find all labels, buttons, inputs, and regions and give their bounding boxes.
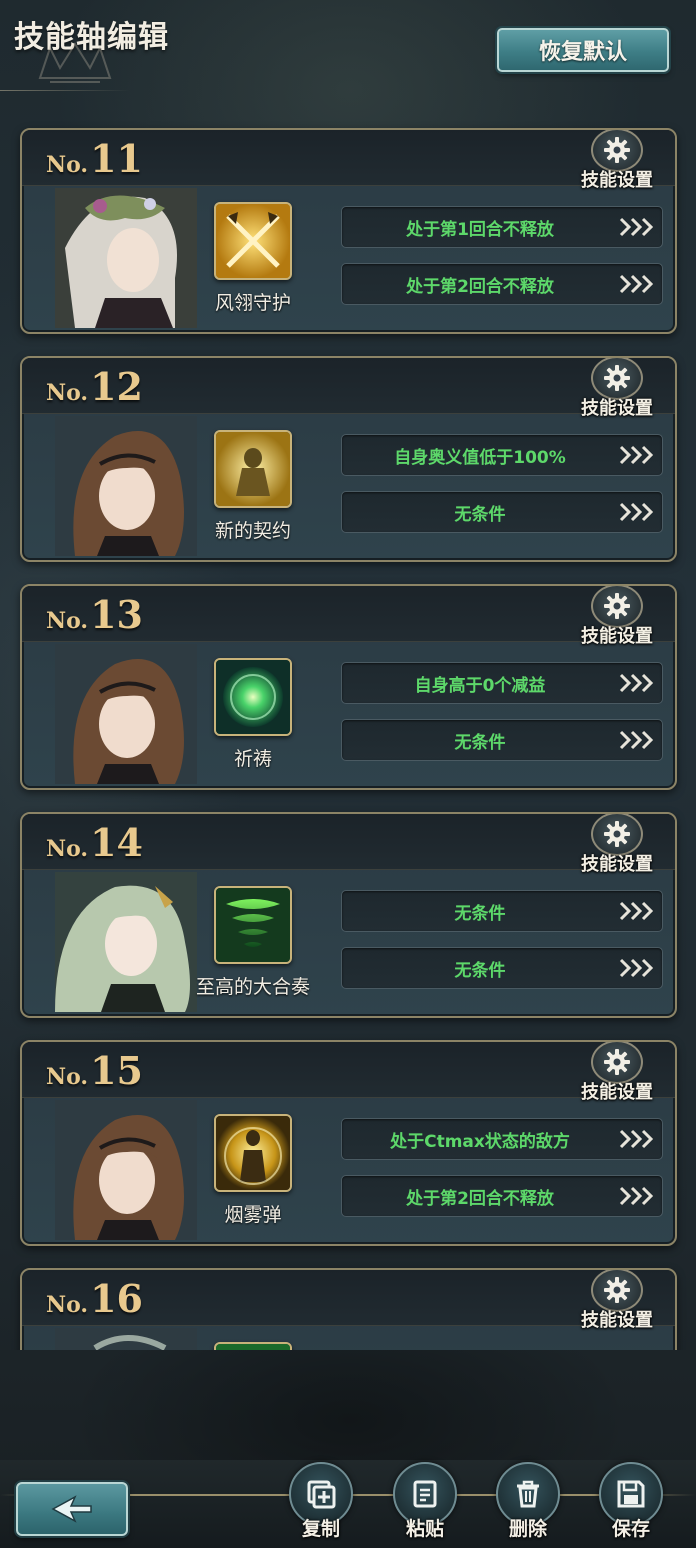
paste-button[interactable]: 粘贴 [390,1462,460,1548]
condition-text: 处于第2回合不释放 [406,1188,554,1209]
skill-icon-golden-aura [214,1114,292,1192]
condition-text: 无条件 [454,903,506,924]
skill-card: No. 16 技能设置 [20,1268,677,1350]
skill-card: No. 14 技能设置 至高的大合奏 无条件 无条件 [20,812,677,1018]
skill-settings-button[interactable]: 技能设置 [577,1042,657,1104]
delete-label: 删除 [508,1518,547,1540]
copy-label: 复制 [301,1518,340,1540]
skill-icon-green [214,1342,292,1350]
skill-settings-label: 技能设置 [581,170,653,191]
triple-chevron-icon [619,1129,654,1149]
paste-label: 粘贴 [405,1518,444,1540]
condition-selector[interactable]: 无条件 [341,719,663,761]
condition-selector[interactable]: 处于Ctmax状态的敌方 [341,1118,663,1160]
copy-button[interactable]: 复制 [286,1462,356,1548]
character-portrait [55,872,197,1012]
triple-chevron-icon [619,445,654,465]
card-number: No. 13 [46,592,143,637]
condition-selector[interactable]: 处于第1回合不释放 [341,206,663,248]
triple-chevron-icon [619,274,654,294]
condition-selector[interactable]: 自身高于0个减益 [341,662,663,704]
condition-selector[interactable]: 无条件 [341,491,663,533]
card-number: No. 16 [46,1276,143,1321]
character-portrait [55,1328,197,1350]
skill-settings-button[interactable]: 技能设置 [577,586,657,648]
skill-settings-label: 技能设置 [581,626,653,647]
skill-settings-button[interactable]: 技能设置 [577,130,657,192]
character-portrait [55,644,197,784]
triple-chevron-icon [619,958,654,978]
skill-name: 祈祷 [233,748,272,770]
condition-selector[interactable]: 处于第2回合不释放 [341,1175,663,1217]
skill-settings-button[interactable]: 技能设置 [577,1270,657,1332]
skill-settings-label: 技能设置 [581,398,653,419]
skill-name: 烟雾弹 [224,1204,282,1226]
skill-card: No. 12 技能设置 新的契约 自身奥义值低于100% 无条件 [20,356,677,562]
skill-name: 至高的大合奏 [195,976,310,998]
card-number: No. 11 [46,136,143,181]
triple-chevron-icon [619,502,654,522]
card-number: No. 15 [46,1048,143,1093]
skill-settings-label: 技能设置 [581,1310,653,1331]
condition-text: 无条件 [454,732,506,753]
back-arrow-icon [51,1495,92,1523]
skill-settings-label: 技能设置 [581,1082,653,1103]
triple-chevron-icon [619,1186,654,1206]
skill-card: No. 13 技能设置 祈祷 自身高于0个减益 无条件 [20,584,677,790]
character-portrait [55,188,197,328]
skill-icon-green-tornado [214,886,292,964]
save-button[interactable]: 保存 [596,1462,666,1548]
condition-selector[interactable]: 处于第2回合不释放 [341,263,663,305]
condition-text: 处于Ctmax状态的敌方 [390,1131,570,1152]
skill-card: No. 15 技能设置 烟雾弹 处于Ctmax状态的敌方 处于第2回合不释放 [20,1040,677,1246]
skill-icon-crossed-swords [214,202,292,280]
character-portrait [55,416,197,556]
back-button[interactable] [16,1482,128,1536]
skill-settings-button[interactable]: 技能设置 [577,814,657,876]
triple-chevron-icon [619,217,654,237]
skill-name: 新的契约 [214,520,291,542]
triple-chevron-icon [619,673,654,693]
skill-settings-button[interactable]: 技能设置 [577,358,657,420]
condition-selector[interactable]: 无条件 [341,890,663,932]
delete-button[interactable]: 删除 [493,1462,563,1548]
condition-text: 自身高于0个减益 [414,675,546,696]
condition-text: 处于第1回合不释放 [406,219,554,240]
card-number: No. 12 [46,364,143,409]
skill-list[interactable]: No. 11 技能设置 风翎守护 处于第1回合不释放 处于第2回合不释放 No.… [0,0,696,1350]
skill-card: No. 11 技能设置 风翎守护 处于第1回合不释放 处于第2回合不释放 [20,128,677,334]
triple-chevron-icon [619,730,654,750]
character-portrait [55,1100,197,1240]
condition-text: 处于第2回合不释放 [406,276,554,297]
condition-text: 自身奥义值低于100% [394,447,566,468]
condition-selector[interactable]: 自身奥义值低于100% [341,434,663,476]
skill-icon-green-orb [214,658,292,736]
skill-settings-label: 技能设置 [581,854,653,875]
card-number: No. 14 [46,820,143,865]
condition-text: 无条件 [454,504,506,525]
save-label: 保存 [611,1518,650,1540]
triple-chevron-icon [619,901,654,921]
condition-selector[interactable]: 无条件 [341,947,663,989]
skill-name: 风翎守护 [214,292,291,314]
skill-icon-golden-knight [214,430,292,508]
condition-text: 无条件 [454,960,506,981]
